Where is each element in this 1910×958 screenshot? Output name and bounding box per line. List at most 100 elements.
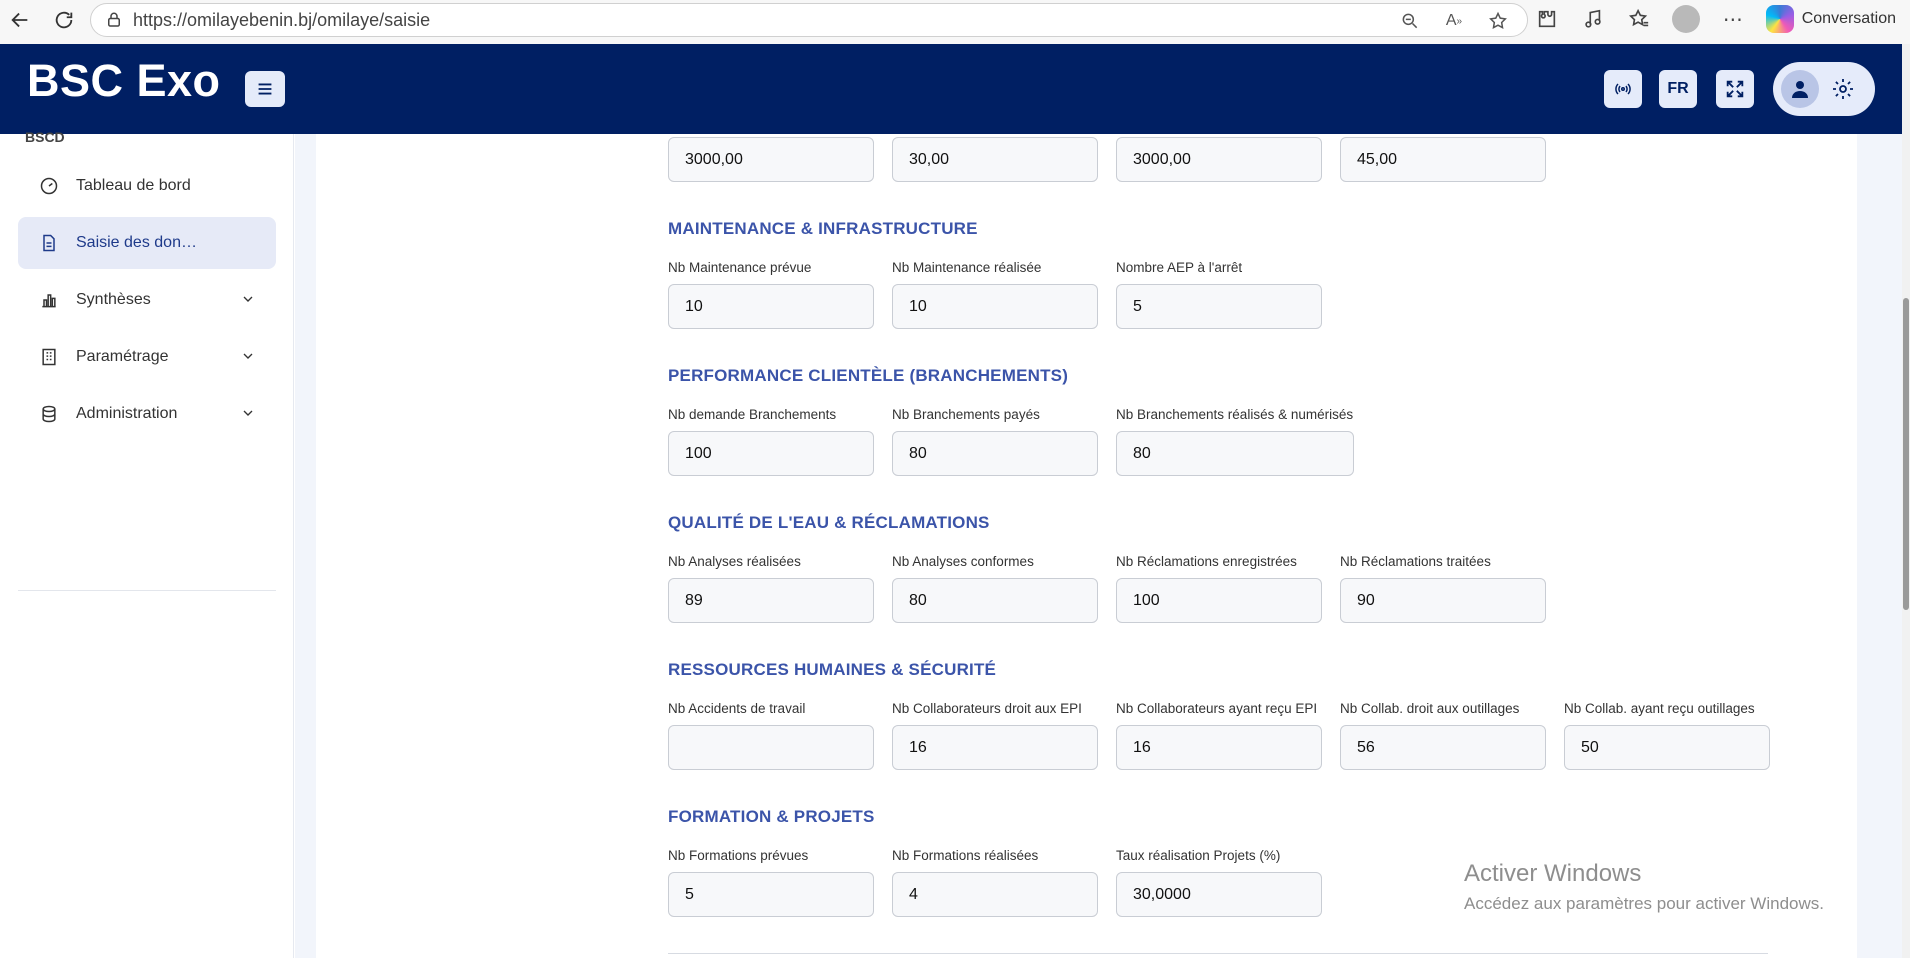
input-top-2[interactable]: [892, 137, 1098, 182]
copilot-icon: [1765, 5, 1794, 33]
label-claims-processed: Nb Réclamations traitées: [1340, 554, 1491, 569]
read-aloud-icon[interactable]: A»: [1443, 10, 1465, 32]
app-logo[interactable]: BSC Exo: [27, 55, 221, 107]
label-work-accidents: Nb Accidents de travail: [668, 701, 806, 716]
expand-icon: [1726, 80, 1744, 98]
conversation-label: Conversation: [1801, 10, 1896, 27]
input-tools-entitled[interactable]: [1340, 725, 1546, 770]
input-work-accidents[interactable]: [668, 725, 874, 770]
address-bar[interactable]: https://omilayebenin.bj/omilaye/saisie A…: [90, 3, 1528, 37]
extensions-icon[interactable]: [1534, 6, 1560, 32]
label-maintenance-planned: Nb Maintenance prévue: [668, 260, 812, 275]
bar-chart-icon: [38, 289, 60, 311]
label-aep-stopped: Nombre AEP à l'arrêt: [1116, 260, 1243, 275]
menu-toggle-button[interactable]: [245, 71, 285, 107]
input-top-3[interactable]: [1116, 137, 1322, 182]
input-claims-registered[interactable]: [1116, 578, 1322, 623]
broadcast-button[interactable]: [1604, 70, 1642, 108]
user-icon: [1792, 81, 1808, 98]
input-analyses-done[interactable]: [668, 578, 874, 623]
sidebar-item-dashboard[interactable]: Tableau de bord: [18, 160, 276, 212]
input-epi-entitled[interactable]: [892, 725, 1098, 770]
zoom-icon[interactable]: [1399, 10, 1421, 32]
gear-icon[interactable]: [1831, 77, 1855, 101]
input-analyses-compliant[interactable]: [892, 578, 1098, 623]
broadcast-icon: [1615, 83, 1631, 95]
sidebar-item-syntheses[interactable]: Synthèses: [18, 274, 276, 326]
sidebar-item-administration[interactable]: Administration: [18, 388, 276, 440]
browser-toolbar: https://omilayebenin.bj/omilaye/saisie A…: [0, 0, 1910, 44]
input-maintenance-done[interactable]: [892, 284, 1098, 329]
document-icon: [38, 232, 60, 254]
language-button[interactable]: FR: [1659, 70, 1697, 108]
building-icon: [38, 346, 60, 368]
chevron-down-icon: [243, 353, 253, 359]
site-info-icon[interactable]: [105, 11, 123, 29]
section-title-hr-safety: RESSOURCES HUMAINES & SÉCURITÉ: [668, 660, 997, 679]
favorites-icon[interactable]: [1626, 6, 1652, 32]
sidebar-section-title: BSCD: [25, 129, 65, 145]
reload-button[interactable]: [46, 2, 82, 38]
label-tools-received: Nb Collab. ayant reçu outillages: [1564, 701, 1755, 716]
media-control-icon[interactable]: [1580, 6, 1606, 32]
browser-profile-avatar[interactable]: [1671, 5, 1700, 33]
scrollbar-thumb[interactable]: [1903, 298, 1909, 610]
copilot-conversation-button[interactable]: Conversation: [1765, 5, 1896, 33]
reload-icon: [55, 11, 73, 29]
label-tools-entitled: Nb Collab. droit aux outillages: [1340, 701, 1520, 716]
url-text[interactable]: https://omilayebenin.bj/omilaye/saisie: [133, 10, 430, 31]
input-connections-paid[interactable]: [892, 431, 1098, 476]
sidebar-item-data-entry[interactable]: Saisie des don…: [18, 217, 276, 269]
app-header: BSC Exo FR: [0, 44, 1902, 134]
data-entry-card: [316, 134, 1857, 958]
label-claims-registered: Nb Réclamations enregistrées: [1116, 554, 1297, 569]
input-connection-requests[interactable]: [668, 431, 874, 476]
input-epi-received[interactable]: [1116, 725, 1322, 770]
section-title-client-performance: PERFORMANCE CLIENTÈLE (BRANCHEMENTS): [668, 366, 1069, 385]
hamburger-icon: [258, 83, 272, 95]
more-menu-icon[interactable]: ⋯: [1720, 6, 1746, 32]
input-top-1[interactable]: [668, 137, 874, 182]
form-divider: [668, 953, 1768, 954]
sidebar-item-label: Saisie des don…: [76, 234, 197, 251]
sidebar-item-label: Synthèses: [76, 291, 151, 308]
input-project-rate[interactable]: [1116, 872, 1322, 917]
label-analyses-compliant: Nb Analyses conformes: [892, 554, 1034, 569]
section-title-maintenance: MAINTENANCE & INFRASTRUCTURE: [668, 219, 978, 238]
input-top-4[interactable]: [1340, 137, 1546, 182]
back-button[interactable]: [2, 2, 38, 38]
database-icon: [38, 403, 60, 425]
input-connections-done[interactable]: [1116, 431, 1354, 476]
gauge-icon: [38, 175, 60, 197]
label-epi-received: Nb Collaborateurs ayant reçu EPI: [1116, 701, 1318, 716]
label-trainings-done: Nb Formations réalisées: [892, 848, 1039, 863]
input-trainings-planned[interactable]: [668, 872, 874, 917]
section-title-water-quality: QUALITÉ DE L'EAU & RÉCLAMATIONS: [668, 513, 990, 532]
chevron-down-icon: [243, 296, 253, 302]
user-avatar[interactable]: [1781, 70, 1819, 108]
section-title-training-projects: FORMATION & PROJETS: [668, 807, 875, 826]
label-project-rate: Taux réalisation Projets (%): [1116, 848, 1281, 863]
label-connections-done: Nb Branchements réalisés & numérisés: [1116, 407, 1354, 422]
sidebar-item-settings[interactable]: Paramétrage: [18, 331, 276, 383]
input-aep-stopped[interactable]: [1116, 284, 1322, 329]
sidebar-item-label: Paramétrage: [76, 348, 169, 365]
input-tools-received[interactable]: [1564, 725, 1770, 770]
label-epi-entitled: Nb Collaborateurs droit aux EPI: [892, 701, 1082, 716]
label-connections-paid: Nb Branchements payés: [892, 407, 1040, 422]
sidebar-item-label: Tableau de bord: [76, 177, 191, 194]
fullscreen-button[interactable]: [1716, 70, 1754, 108]
label-connection-requests: Nb demande Branchements: [668, 407, 837, 422]
arrow-left-icon: [11, 12, 28, 28]
input-claims-processed[interactable]: [1340, 578, 1546, 623]
windows-activation-watermark: Activer Windows Accédez aux paramètres p…: [1464, 860, 1824, 914]
input-trainings-done[interactable]: [892, 872, 1098, 917]
watermark-subtitle: Accédez aux paramètres pour activer Wind…: [1464, 894, 1824, 913]
favorite-star-icon[interactable]: [1487, 10, 1509, 32]
label-maintenance-done: Nb Maintenance réalisée: [892, 260, 1042, 275]
input-maintenance-planned[interactable]: [668, 284, 874, 329]
user-menu[interactable]: [1773, 62, 1875, 116]
watermark-title: Activer Windows: [1464, 860, 1642, 887]
sidebar-divider: [18, 590, 276, 591]
sidebar-item-label: Administration: [76, 405, 178, 422]
